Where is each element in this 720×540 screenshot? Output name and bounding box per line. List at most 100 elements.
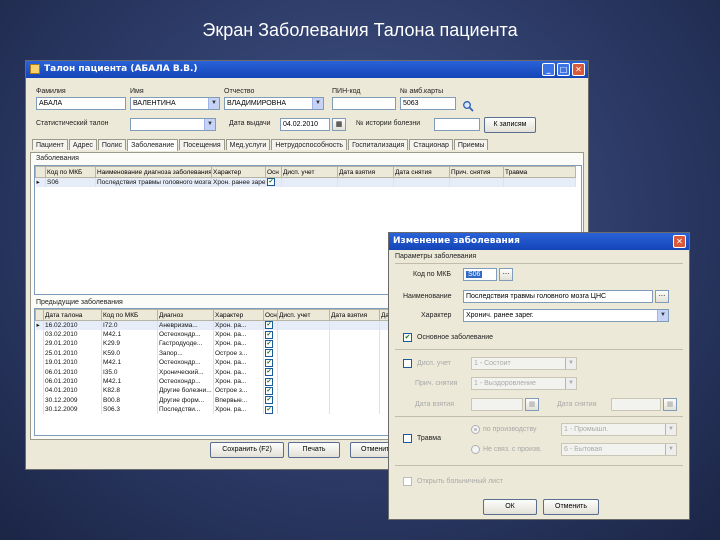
column-header[interactable]: Код по МКБ [45,166,96,178]
history-field[interactable] [434,118,480,131]
ok-button[interactable]: ОК [483,499,537,515]
column-header[interactable]: Осн [265,166,282,178]
column-header[interactable]: Код по МКБ [101,309,158,321]
main-disease-checkbox[interactable]: ✔ [403,333,412,342]
table-row[interactable]: 19.01.2010 M42.1 Остеохондр... Хрон. ра... ✔ [35,358,422,368]
tab-disease[interactable]: Заболевание [127,139,179,151]
search-icon[interactable] [462,97,474,112]
column-header[interactable]: Дата взятия [337,166,394,178]
column-header[interactable]: Прич. снятия [449,166,504,178]
close-icon[interactable]: ✕ [572,63,585,76]
date-taken-field[interactable] [471,398,523,411]
chevron-down-icon[interactable]: ▼ [312,98,323,109]
table-row[interactable]: 04.01.2010 K82.8 Другие болезни... Острое з… [35,386,422,396]
table-row[interactable]: 06.01.2010 I35.0 Хронический... Хрон. ра...… [35,367,422,377]
stat-ticket-dropdown[interactable]: ▼ [130,118,216,131]
checkbox-icon[interactable]: ✔ [265,368,273,377]
checkbox-icon[interactable]: ✔ [265,330,273,339]
checkbox-icon[interactable]: ✔ [265,386,273,395]
checkbox-icon[interactable]: ✔ [265,396,273,405]
checkbox-icon[interactable]: ✔ [265,339,273,348]
column-header[interactable]: Травма [503,166,576,178]
production-radio[interactable] [471,425,480,434]
table-cell [329,320,380,330]
tab-appointments[interactable]: Приемы [453,139,489,150]
nonproduction-type-dropdown[interactable]: 6 - Бытовая ▼ [561,443,677,456]
tab-hospital[interactable]: Стационар [409,139,453,150]
production-type-dropdown[interactable]: 1 - Промышл. ▼ [561,423,677,436]
table-cell: ✔ [263,395,278,406]
tab-patient[interactable]: Пациент [32,139,68,150]
column-header[interactable]: Дата взятия [329,309,380,321]
disp-checkbox[interactable] [403,359,412,368]
table-row[interactable]: ▸S06Последствия травмы головного мозга Ц… [35,177,576,187]
table-cell: 30.12.2009 [43,395,102,406]
column-header[interactable]: Характер [211,166,266,178]
disp-dropdown[interactable]: 1 - Состоит ▼ [471,357,577,370]
name-dropdown[interactable]: ВАЛЕНТИНА ▼ [130,97,220,110]
chevron-down-icon[interactable]: ▼ [657,310,668,321]
close-icon[interactable]: ✕ [673,235,686,248]
table-row[interactable]: ▸ 16.02.2010 I72.0 Аневризма... Хрон. ра... ✔ [35,320,422,330]
table-row[interactable]: 30.12.2009 B00.8 Другие форм... Впервые... ✔ [35,395,422,406]
print-button[interactable]: Печать [288,442,340,458]
to-records-button[interactable]: К записям [484,117,536,133]
ellipsis-icon[interactable]: ··· [499,268,513,281]
checkbox-icon[interactable]: ✔ [265,358,273,367]
table-row[interactable]: 29.01.2010 K29.9 Гастродуоде... Хрон. ра...… [35,339,422,349]
column-header[interactable] [35,166,46,178]
chevron-down-icon[interactable]: ▼ [665,444,676,455]
column-header[interactable]: Характер [213,309,264,321]
date-issue-field[interactable]: 04.02.2010 [280,118,330,131]
reason-dropdown[interactable]: 1 - Выздоровление ▼ [471,377,577,390]
tab-visits[interactable]: Посещения [179,139,225,150]
date-removed-field[interactable] [611,398,661,411]
column-header[interactable]: Диагноз [157,309,214,321]
minimize-icon[interactable]: _ [542,63,555,76]
column-header[interactable]: Дисп. учет [281,166,338,178]
column-header[interactable] [35,309,44,321]
patronymic-dropdown[interactable]: ВЛАДИМИРОВНА ▼ [224,97,324,110]
mkb-field[interactable]: S06 [463,268,497,281]
character-dropdown[interactable]: Хронич. ранее зарег. ▼ [463,309,669,322]
calendar-icon[interactable]: ▦ [663,398,677,411]
tab-med-services[interactable]: Мед.услуги [225,139,271,150]
calendar-icon[interactable]: ▦ [332,118,346,131]
chevron-down-icon[interactable]: ▼ [208,98,219,109]
dialog-cancel-button[interactable]: Отменить [543,499,599,515]
chevron-down-icon[interactable]: ▼ [204,119,215,130]
open-sick-list-label: Открыть больничный лист [417,478,503,485]
save-button[interactable]: Сохранить (F2) [210,442,284,458]
checkbox-icon[interactable]: ✔ [265,349,273,358]
column-header[interactable]: Осн [263,309,278,321]
pin-field[interactable] [332,97,396,110]
open-sick-list-checkbox[interactable] [403,477,412,486]
maximize-icon[interactable]: □ [557,63,570,76]
column-header[interactable]: Дата снятия [393,166,450,178]
diagnosis-name-field[interactable]: Последствия травмы головного мозга ЦНС [463,290,653,303]
chevron-down-icon[interactable]: ▼ [565,378,576,389]
checkbox-icon[interactable]: ✔ [265,321,273,330]
column-header[interactable]: Дисп. учет [277,309,330,321]
tab-disability[interactable]: Нетрудоспособность [271,139,348,150]
column-header[interactable]: Дата талона [43,309,102,321]
card-field[interactable]: 5063 [400,97,456,110]
surname-field[interactable]: АБАЛА [36,97,126,110]
trauma-checkbox[interactable] [403,434,412,443]
tab-hospitalization[interactable]: Госпитализация [348,139,409,150]
table-row[interactable]: 03.02.2010 M42.1 Остеохондр... Хрон. ра... ✔ [35,329,422,340]
chevron-down-icon[interactable]: ▼ [665,424,676,435]
checkbox-icon[interactable]: ✔ [265,405,273,414]
checkbox-icon[interactable]: ✔ [265,377,273,386]
tab-address[interactable]: Адрес [68,139,97,150]
tab-policy[interactable]: Полис [97,139,127,150]
calendar-icon[interactable]: ▦ [525,398,539,411]
table-row[interactable]: 25.01.2010 K59.0 Запор... Острое з... ✔ [35,348,422,359]
table-row[interactable]: 30.12.2009 S06.3 Последстви... Хрон. ра... ✔ [35,405,422,415]
nonproduction-radio[interactable] [471,445,480,454]
column-header[interactable]: Наименование диагноза заболевания [95,166,212,178]
ellipsis-icon[interactable]: ··· [655,290,669,303]
checkbox-icon[interactable]: ✔ [267,178,275,187]
chevron-down-icon[interactable]: ▼ [565,358,576,369]
table-row[interactable]: 06.01.2010 M42.1 Остеохондр... Хрон. ра... ✔ [35,376,422,387]
